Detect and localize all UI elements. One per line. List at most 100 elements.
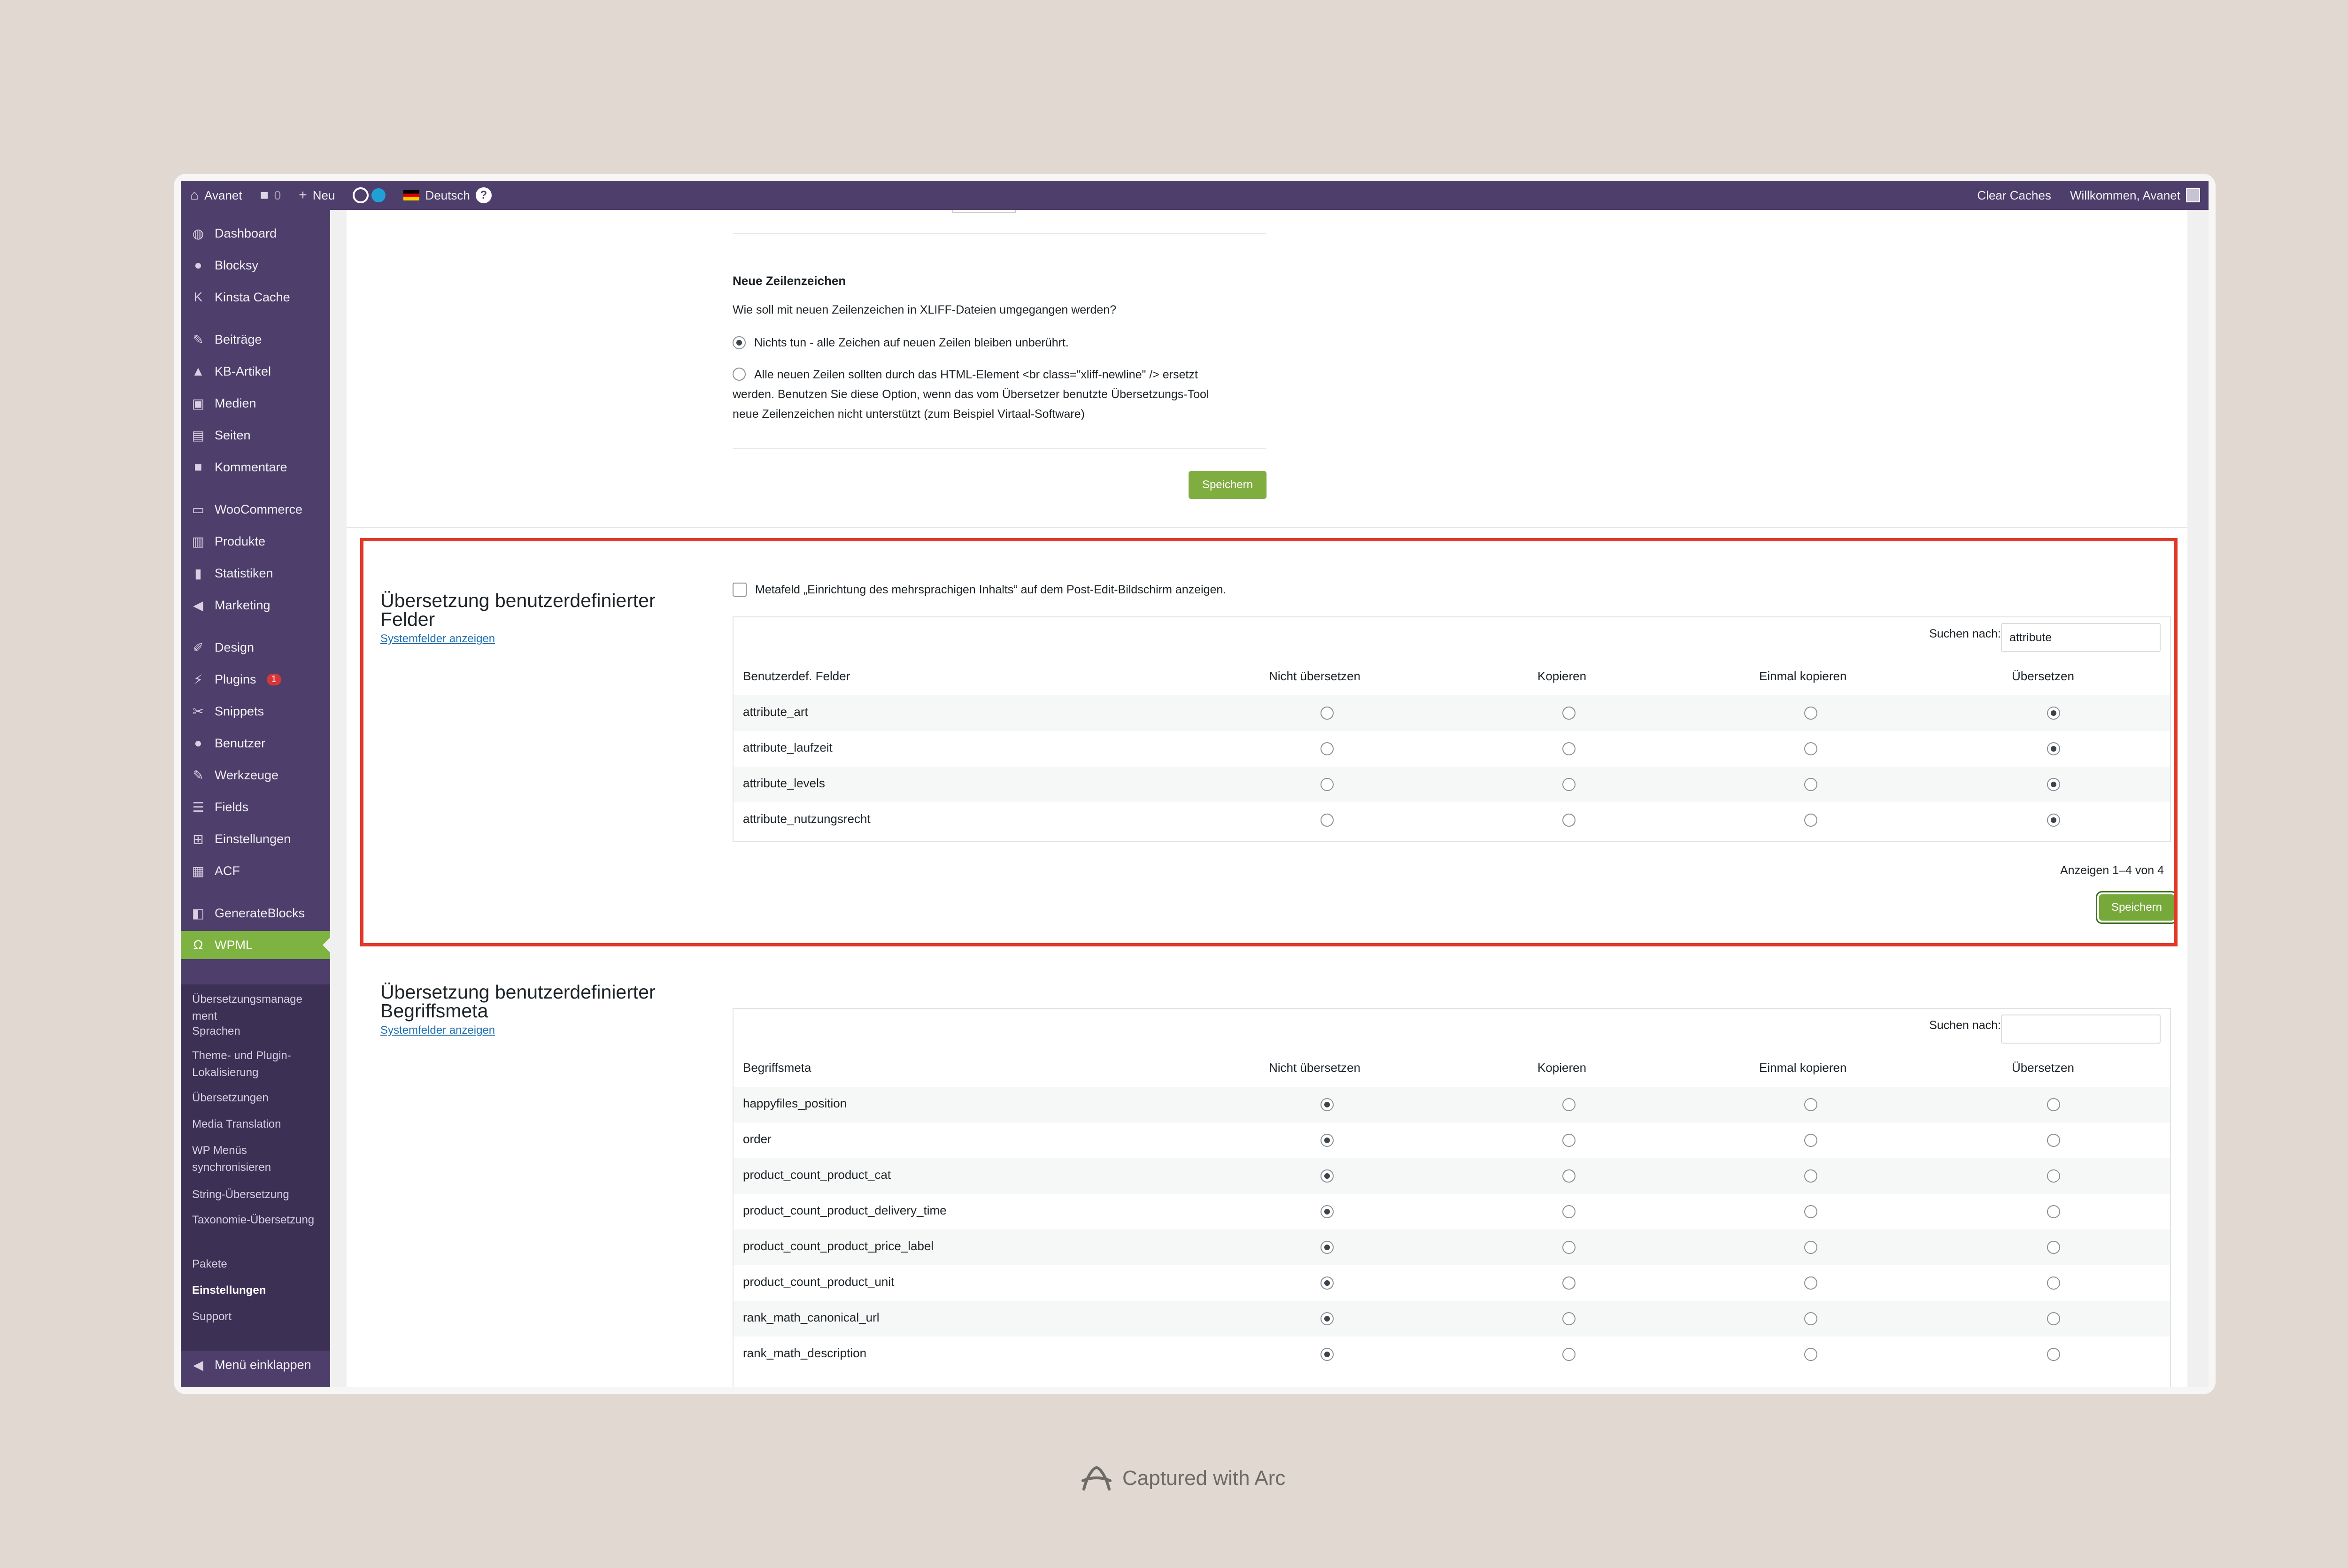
sidebar-item-einstellungen[interactable]: ⊞ Einstellungen <box>181 825 330 853</box>
comment-count: 0 <box>274 188 281 202</box>
term-meta-radio-copy[interactable] <box>1562 1276 1576 1290</box>
sidebar-item-blocksy[interactable]: ● Blocksy <box>181 251 330 279</box>
submenu-uebersetzungsmanagement[interactable]: Übersetzungsmanage ment <box>192 991 324 1025</box>
term-meta-name: product_count_product_price_label <box>743 1239 934 1253</box>
term-meta-radio-copy-once[interactable] <box>1804 1348 1817 1361</box>
sidebar-item-wpml[interactable]: Ω WPML <box>181 931 330 959</box>
term-meta-radio-copy-once[interactable] <box>1804 1098 1817 1111</box>
sidebar-item-snippets[interactable]: ✂ Snippets <box>181 697 330 725</box>
sidebar-item-beitraege[interactable]: ✎ Beiträge <box>181 325 330 354</box>
sidebar-item-plugins[interactable]: ⚡ Plugins 1 <box>181 665 330 693</box>
submenu-uebersetzungen[interactable]: Übersetzungen <box>192 1090 324 1107</box>
term-meta-radio-copy[interactable] <box>1562 1241 1576 1254</box>
sidebar-item-acf[interactable]: ▦ ACF <box>181 857 330 885</box>
help-icon[interactable]: ? <box>475 187 492 203</box>
clear-caches-button[interactable]: Clear Caches <box>1977 181 2051 210</box>
term-meta-radio-not-translate[interactable] <box>1321 1276 1334 1290</box>
sidebar-item-kb-artikel[interactable]: ▲ KB-Artikel <box>181 357 330 385</box>
submenu-theme-plugin-lokalisierung[interactable]: Theme- und Plugin-Lokalisierung <box>192 1047 324 1081</box>
term-meta-radio-copy[interactable] <box>1562 1134 1576 1147</box>
megaphone-icon: ◀ <box>193 598 203 613</box>
term-meta-radio-copy[interactable] <box>1562 1205 1576 1218</box>
term-meta-radio-copy[interactable] <box>1562 1169 1576 1183</box>
submenu-string-uebersetzung[interactable]: String-Übersetzung <box>192 1186 324 1203</box>
submenu-support[interactable]: Support <box>192 1308 324 1325</box>
site-menu[interactable]: ⌂ Avanet <box>190 181 242 210</box>
term-meta-radio-not-translate[interactable] <box>1321 1312 1334 1325</box>
new-menu[interactable]: + Neu <box>299 181 335 210</box>
term-meta-radio-translate[interactable] <box>2047 1348 2060 1361</box>
sidebar-item-fields[interactable]: ☰ Fields <box>181 793 330 821</box>
sidebar-item-generateblocks[interactable]: ◧ GenerateBlocks <box>181 899 330 927</box>
term-meta-radio-copy-once[interactable] <box>1804 1205 1817 1218</box>
radio-replace-br[interactable] <box>733 368 746 381</box>
term-meta-radio-copy-once[interactable] <box>1804 1276 1817 1290</box>
sidebar-item-woocommerce[interactable]: ▭ WooCommerce <box>181 495 330 523</box>
term-meta-name: rank_math_description <box>743 1346 867 1360</box>
term-meta-radio-copy[interactable] <box>1562 1098 1576 1111</box>
sidebar-item-dashboard[interactable]: ◍ Dashboard <box>181 219 330 247</box>
submenu-wp-menues-synchronisieren[interactable]: WP Menüs synchronisieren <box>192 1142 324 1176</box>
sidebar-item-kinsta-cache[interactable]: K Kinsta Cache <box>181 283 330 311</box>
language-switcher[interactable]: Deutsch ? <box>403 181 492 210</box>
settings-icon: ⊞ <box>193 831 204 846</box>
submenu-sprachen[interactable]: Sprachen <box>192 1023 324 1040</box>
newline-option-1[interactable]: Nichts tun - alle Zeichen auf neuen Zeil… <box>733 333 1069 353</box>
term-meta-radio-copy[interactable] <box>1562 1348 1576 1361</box>
archive-icon: ▥ <box>192 534 205 549</box>
term-meta-row: happyfiles_position <box>734 1087 2170 1122</box>
submenu-pakete[interactable]: Pakete <box>192 1256 324 1273</box>
sidebar-item-produkte[interactable]: ▥ Produkte <box>181 527 330 555</box>
term-meta-radio-copy-once[interactable] <box>1804 1241 1817 1254</box>
divider <box>733 448 1266 449</box>
submenu-einstellungen[interactable]: Einstellungen <box>192 1282 324 1299</box>
term-meta-search-input[interactable] <box>2001 1015 2161 1044</box>
sidebar-item-medien[interactable]: ▣ Medien <box>181 389 330 417</box>
sidebar-item-kommentare[interactable]: ■ Kommentare <box>181 453 330 481</box>
account-menu[interactable]: Willkommen, Avanet <box>2070 181 2200 210</box>
cut-off-button <box>952 210 1016 213</box>
sidebar-item-seiten[interactable]: ▤ Seiten <box>181 421 330 449</box>
term-meta-radio-translate[interactable] <box>2047 1312 2060 1325</box>
sidebar-item-marketing[interactable]: ◀ Marketing <box>181 591 330 619</box>
term-meta-radio-copy-once[interactable] <box>1804 1169 1817 1183</box>
term-meta-name: order <box>743 1132 772 1146</box>
wrench-icon: ✎ <box>193 768 204 783</box>
brush-icon: ✐ <box>193 640 204 655</box>
newline-option-2[interactable]: Alle neuen Zeilen sollten durch das HTML… <box>733 365 1209 424</box>
submenu-media-translation[interactable]: Media Translation <box>192 1116 324 1133</box>
column-header-copy: Kopieren <box>1537 1061 1587 1075</box>
radio-nothing[interactable] <box>733 336 746 349</box>
term-meta-radio-translate[interactable] <box>2047 1098 2060 1111</box>
sidebar-item-statistiken[interactable]: ▮ Statistiken <box>181 559 330 587</box>
term-meta-radio-translate[interactable] <box>2047 1276 2060 1290</box>
term-meta-radio-not-translate[interactable] <box>1321 1098 1334 1111</box>
wpml-admin-menu[interactable] <box>353 181 386 210</box>
submenu-taxonomie-uebersetzung[interactable]: Taxonomie-Übersetzung <box>192 1212 324 1229</box>
term-meta-radio-translate[interactable] <box>2047 1134 2060 1147</box>
collapse-menu-button[interactable]: ◀ Menü einklappen <box>190 1357 311 1373</box>
save-button-newline[interactable]: Speichern <box>1189 471 1267 499</box>
term-meta-radio-not-translate[interactable] <box>1321 1348 1334 1361</box>
term-meta-radio-translate[interactable] <box>2047 1169 2060 1183</box>
sidebar-item-werkzeuge[interactable]: ✎ Werkzeuge <box>181 761 330 789</box>
term-meta-radio-copy-once[interactable] <box>1804 1134 1817 1147</box>
term-meta-radio-translate[interactable] <box>2047 1241 2060 1254</box>
term-meta-radio-copy[interactable] <box>1562 1312 1576 1325</box>
media-icon: ▣ <box>192 396 205 411</box>
term-meta-title-line1: Übersetzung benutzerdefinierter <box>380 981 656 1003</box>
term-meta-radio-copy-once[interactable] <box>1804 1312 1817 1325</box>
sidebar-item-design[interactable]: ✐ Design <box>181 633 330 661</box>
term-meta-radio-not-translate[interactable] <box>1321 1134 1334 1147</box>
comments-menu[interactable]: ■ 0 <box>260 181 281 210</box>
term-meta-radio-not-translate[interactable] <box>1321 1241 1334 1254</box>
plugin-update-badge: 1 <box>266 673 281 685</box>
term-meta-name: rank_math_canonical_url <box>743 1310 880 1324</box>
sidebar-item-benutzer[interactable]: ● Benutzer <box>181 729 330 757</box>
wordpress-home-icon: ⌂ <box>190 187 199 203</box>
column-header-term-meta: Begriffsmeta <box>743 1061 811 1075</box>
term-meta-radio-translate[interactable] <box>2047 1205 2060 1218</box>
show-system-fields-link-terms[interactable]: Systemfelder anzeigen <box>380 1024 495 1037</box>
term-meta-radio-not-translate[interactable] <box>1321 1169 1334 1183</box>
term-meta-radio-not-translate[interactable] <box>1321 1205 1334 1218</box>
